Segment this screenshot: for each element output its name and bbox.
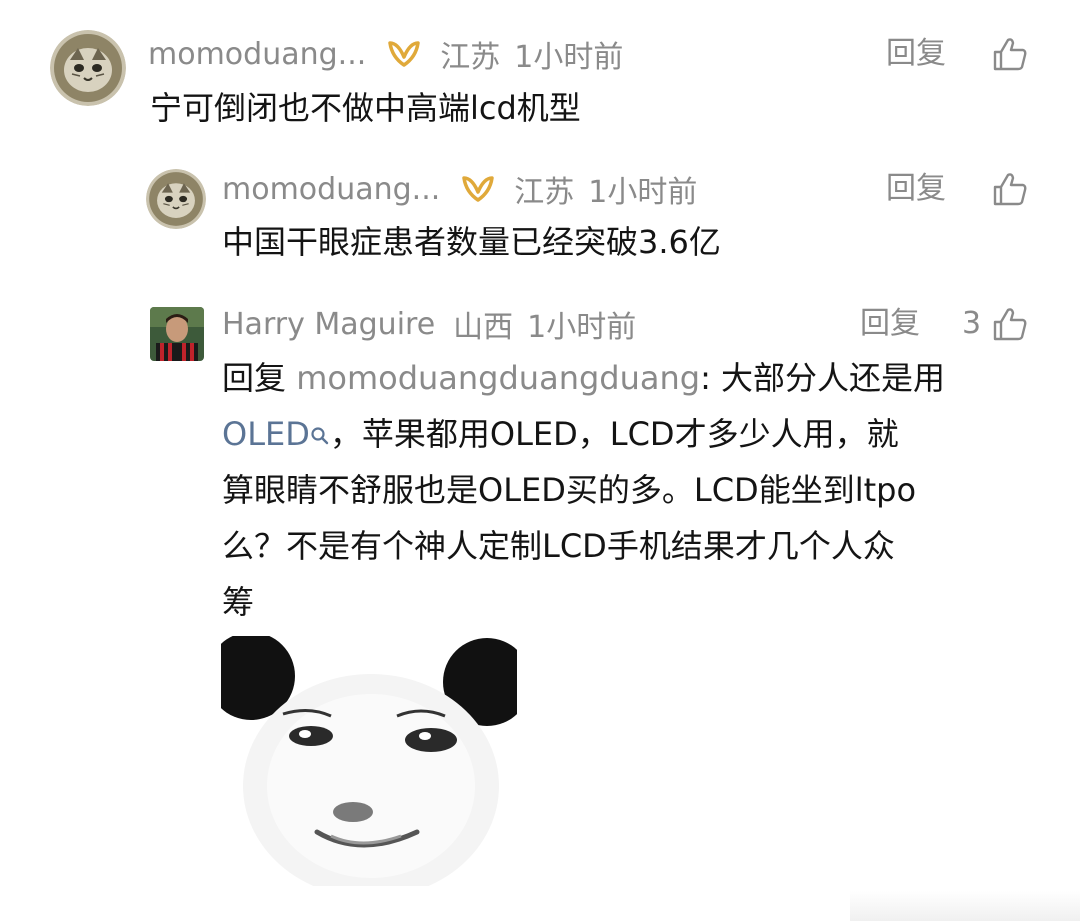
vip-badge-icon: [386, 39, 422, 69]
thumbs-up-icon[interactable]: [992, 36, 1028, 72]
comment-text: 回复 momoduangduangduang: 大部分人还是用 OLED ，苹果都…: [222, 350, 1042, 630]
comment-line: 么？不是有个神人定制LCD手机结果才几个人众: [222, 527, 895, 565]
location: 江苏: [440, 40, 501, 75]
meme-image[interactable]: [221, 636, 517, 886]
watermark-area: [850, 891, 1080, 921]
comment-text-segment: ，苹果都用OLED，LCD才多少人用，就: [329, 415, 899, 453]
timestamp: 1小时前: [527, 310, 637, 345]
reply-button[interactable]: 回复: [886, 32, 946, 76]
mention-link[interactable]: momoduangduangduang: [296, 359, 700, 397]
comment-text: 中国干眼症患者数量已经突破3.6亿: [222, 223, 721, 261]
timestamp: 1小时前: [514, 40, 624, 75]
comment-text: 宁可倒闭也不做中高端lcd机型: [150, 89, 581, 127]
username[interactable]: Harry Maguire: [222, 307, 435, 342]
comment-text-segment: : 大部分人还是用: [700, 359, 946, 397]
thumbs-up-icon[interactable]: [992, 306, 1028, 342]
avatar[interactable]: [150, 307, 204, 361]
username[interactable]: momoduang...: [222, 172, 440, 207]
location: 江苏: [514, 175, 575, 210]
reply-button[interactable]: 回复: [860, 302, 920, 346]
reply-prefix: 回复: [222, 359, 297, 397]
avatar[interactable]: [146, 169, 206, 229]
topic-link[interactable]: OLED: [222, 415, 310, 453]
username[interactable]: momoduang...: [148, 37, 366, 72]
comment-line: 筹: [222, 583, 255, 621]
timestamp: 1小时前: [588, 175, 698, 210]
comment-line: 回复 momoduangduangduang: 大部分人还是用: [222, 350, 1042, 406]
comment-meta: momoduang... 江苏 1小时前: [222, 167, 697, 211]
search-icon[interactable]: [310, 410, 330, 445]
comment-meta: momoduang... 江苏 1小时前: [148, 32, 623, 76]
location: 山西: [453, 310, 514, 345]
comment-line: OLED ，苹果都用OLED，LCD才多少人用，就: [222, 406, 1042, 462]
avatar[interactable]: [50, 30, 126, 106]
reply-button[interactable]: 回复: [886, 167, 946, 211]
like-count: 3: [962, 306, 982, 341]
vip-badge-icon: [460, 174, 496, 204]
comment-line: 算眼睛不舒服也是OLED买的多。LCD能坐到ltpo: [222, 471, 917, 509]
thumbs-up-icon[interactable]: [992, 171, 1028, 207]
comment-meta: Harry Maguire 山西 1小时前: [222, 302, 636, 346]
